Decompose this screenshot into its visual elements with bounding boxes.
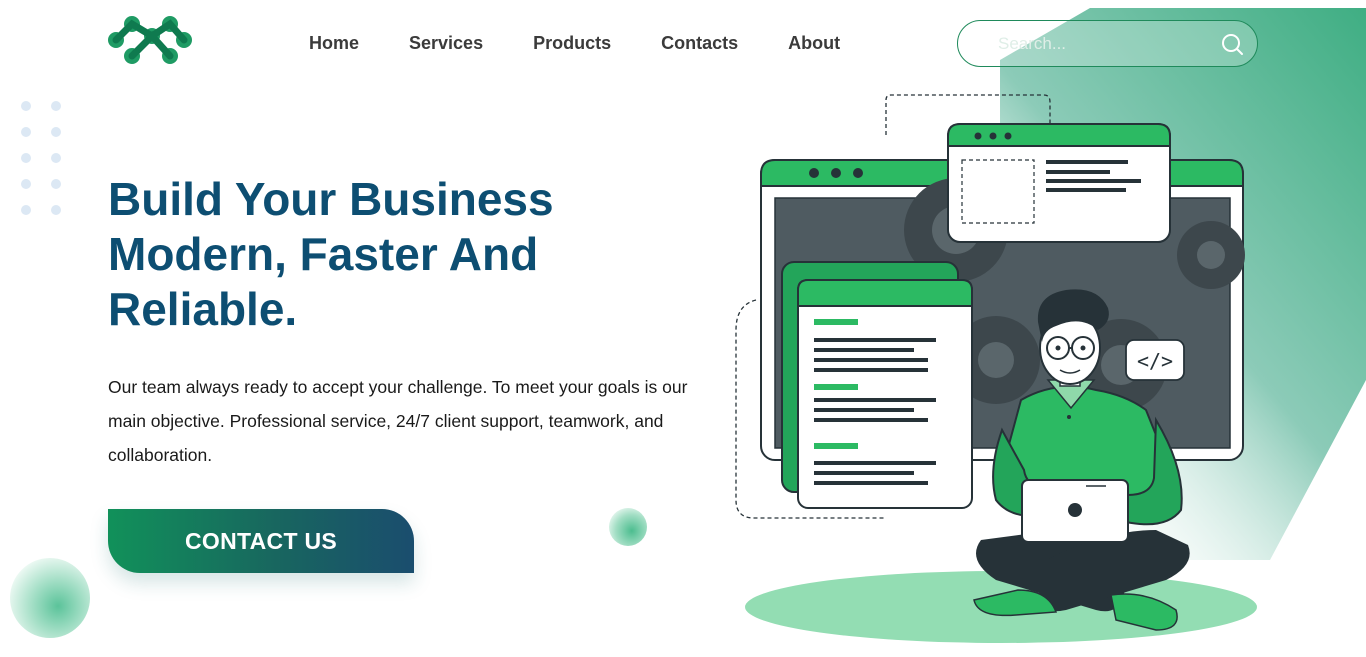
decorative-bubble: [10, 558, 90, 638]
search-box: [957, 20, 1258, 67]
headline-line-3: Reliable.: [108, 283, 298, 335]
code-tag-label: </>: [1137, 349, 1173, 373]
nav-services[interactable]: Services: [409, 32, 483, 54]
search-icon[interactable]: [1220, 32, 1244, 56]
decorative-bubble-small: [609, 508, 647, 546]
contact-us-button[interactable]: CONTACT US: [108, 509, 414, 573]
hero-headline: Build Your Business Modern, Faster And R…: [108, 172, 668, 337]
headline-line-2: Modern, Faster And: [108, 228, 539, 280]
search-input[interactable]: [998, 33, 1198, 55]
nav-products[interactable]: Products: [533, 32, 611, 54]
nav-about[interactable]: About: [788, 32, 840, 54]
brand-logo[interactable]: [106, 14, 194, 68]
main-nav: Home Services Products Contacts About: [309, 32, 890, 54]
nav-home[interactable]: Home: [309, 32, 359, 54]
hero-description: Our team always ready to accept your cha…: [108, 377, 688, 465]
headline-line-1: Build Your Business: [108, 173, 554, 225]
hero-illustration: </>: [735, 94, 1257, 643]
decorative-dots: [21, 101, 61, 215]
nav-contacts[interactable]: Contacts: [661, 32, 738, 54]
